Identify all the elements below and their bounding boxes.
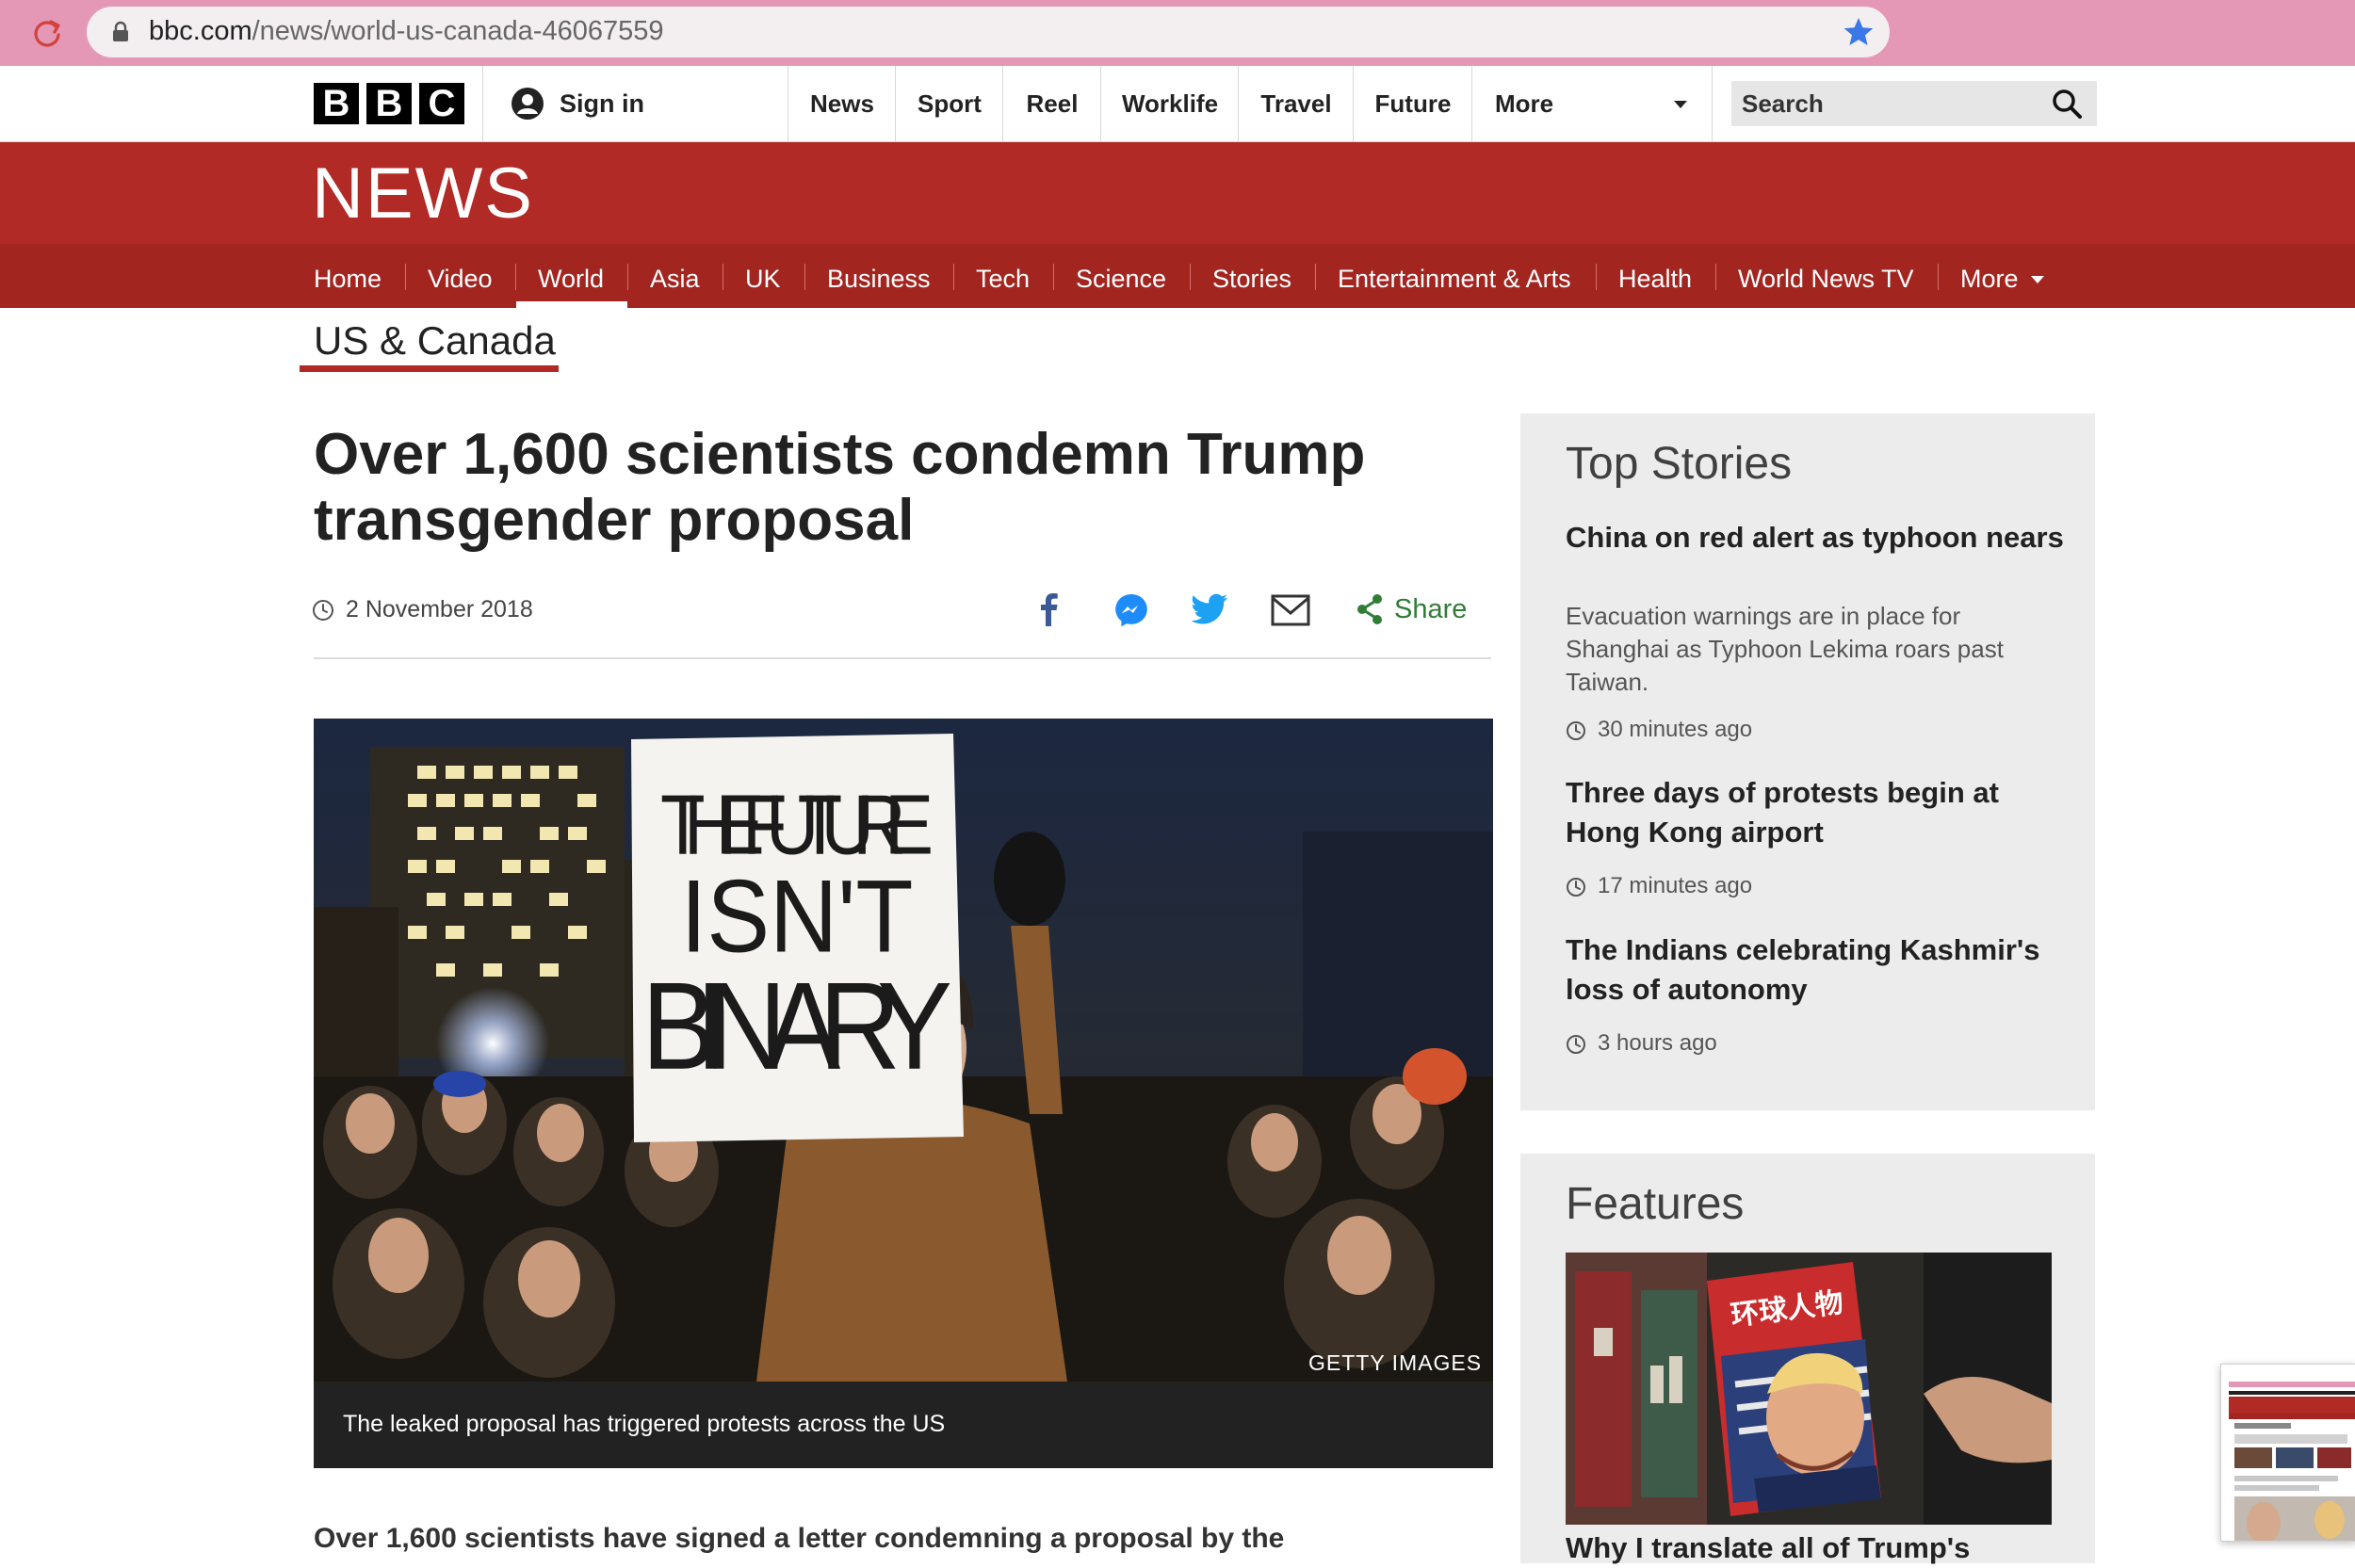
facebook-icon[interactable] xyxy=(1033,591,1065,627)
nav-divider xyxy=(515,264,516,290)
nav-tech[interactable]: Tech xyxy=(976,244,1030,308)
global-nav-future[interactable]: Future xyxy=(1353,66,1472,141)
nav-science[interactable]: Science xyxy=(1076,244,1166,308)
nav-entertainment-arts[interactable]: Entertainment & Arts xyxy=(1338,244,1571,308)
global-nav-reel[interactable]: Reel xyxy=(1002,66,1101,141)
nav-health[interactable]: Health xyxy=(1618,244,1692,308)
nav-video[interactable]: Video xyxy=(428,244,493,308)
top-story-time: 3 hours ago xyxy=(1598,1030,1717,1056)
nav-asia[interactable]: Asia xyxy=(650,244,700,308)
nav-divider xyxy=(804,264,805,290)
features-title: Features xyxy=(1566,1179,1745,1229)
global-nav-sport[interactable]: Sport xyxy=(895,66,1003,141)
top-story-headline[interactable]: China on red alert as typhoon nears xyxy=(1566,518,2065,558)
top-story-time: 17 minutes ago xyxy=(1598,873,1753,898)
nav-divider xyxy=(1315,264,1316,290)
url-path: /news/world-us-canada-46067559 xyxy=(252,16,664,46)
top-story-headline[interactable]: Three days of protests begin at Hong Kon… xyxy=(1566,773,2065,852)
article-headline: Over 1,600 scientists condemn Trump tran… xyxy=(314,422,1366,553)
nav-divider xyxy=(1190,264,1191,290)
nav-divider xyxy=(1715,264,1716,290)
feature-headline[interactable]: Why I translate all of Trump's xyxy=(1566,1528,2055,1568)
article-lede: Over 1,600 scientists have signed a lett… xyxy=(314,1523,1285,1554)
nav-divider xyxy=(953,264,954,290)
search-placeholder[interactable]: Search xyxy=(1742,87,1824,121)
share-icon[interactable] xyxy=(1356,593,1384,625)
photo-sign-text: THE FUTURE xyxy=(660,778,934,872)
nav-divider xyxy=(1938,264,1939,290)
photo-sign-text: BINARY xyxy=(642,957,952,1096)
clock-icon xyxy=(313,600,333,621)
nav-uk[interactable]: UK xyxy=(745,244,781,308)
news-wordmark[interactable]: NEWS xyxy=(312,154,534,234)
nav-active-indicator xyxy=(516,301,627,308)
lock-icon[interactable] xyxy=(111,21,130,43)
clock-icon xyxy=(1567,1035,1585,1054)
divider xyxy=(314,657,1491,659)
top-story-headline[interactable]: The Indians celebrating Kashmir's loss o… xyxy=(1566,930,2065,1010)
user-account-icon xyxy=(512,88,544,120)
photo-credit: GETTY IMAGES xyxy=(1308,1350,1483,1375)
clock-icon xyxy=(1567,878,1585,897)
nav-stories[interactable]: Stories xyxy=(1212,244,1291,308)
bbc-logo-letter: C xyxy=(419,83,464,124)
search-icon[interactable] xyxy=(2050,87,2084,121)
article-photo: THE FUTURE ISN'T BINARY xyxy=(314,719,1493,1382)
chevron-down-icon[interactable] xyxy=(2031,276,2044,283)
nav-home[interactable]: Home xyxy=(314,244,382,308)
bookmark-star-icon[interactable] xyxy=(1842,15,1876,49)
twitter-icon[interactable] xyxy=(1191,593,1228,627)
feature-thumbnail[interactable]: 环球人物 xyxy=(1566,1253,2052,1525)
global-nav-travel[interactable]: Travel xyxy=(1238,66,1354,141)
bbc-logo[interactable]: B B C xyxy=(314,83,464,124)
top-story-summary: Evacuation warnings are in place for Sha… xyxy=(1566,602,2004,696)
clock-icon xyxy=(1567,721,1585,740)
section-title[interactable]: US & Canada xyxy=(314,315,556,366)
nav-divider xyxy=(1053,264,1054,290)
url-domain: bbc.com xyxy=(149,16,252,46)
nav-world[interactable]: World xyxy=(538,244,604,308)
page-preview-thumbnail[interactable] xyxy=(2220,1364,2355,1542)
nav-business[interactable]: Business xyxy=(827,244,931,308)
article-date: 2 November 2018 xyxy=(346,596,533,622)
global-nav-news[interactable]: News xyxy=(788,66,896,141)
bbc-logo-letter: B xyxy=(314,83,359,124)
global-nav-worklife[interactable]: Worklife xyxy=(1100,66,1239,141)
section-underline xyxy=(300,365,559,372)
nav-divider xyxy=(405,264,406,290)
divider xyxy=(482,66,483,141)
nav-world-news-tv[interactable]: World News TV xyxy=(1738,244,1914,308)
messenger-icon[interactable] xyxy=(1113,592,1149,628)
nav-more[interactable]: More xyxy=(1960,244,2019,308)
share-button[interactable]: Share xyxy=(1394,591,1467,627)
chevron-down-icon[interactable] xyxy=(1674,101,1687,108)
address-bar-url[interactable]: bbc.com/news/world-us-canada-46067559 xyxy=(149,12,664,50)
bbc-logo-letter: B xyxy=(366,83,412,124)
sign-in-link[interactable]: Sign in xyxy=(511,87,644,121)
nav-divider xyxy=(627,264,628,290)
reload-icon[interactable] xyxy=(30,16,64,50)
top-stories-title: Top Stories xyxy=(1566,439,1793,489)
sign-in-label: Sign in xyxy=(560,89,644,118)
email-icon[interactable] xyxy=(1271,594,1310,626)
nav-divider xyxy=(1596,264,1597,290)
photo-caption: The leaked proposal has triggered protes… xyxy=(343,1411,946,1437)
top-story-time: 30 minutes ago xyxy=(1598,717,1753,742)
